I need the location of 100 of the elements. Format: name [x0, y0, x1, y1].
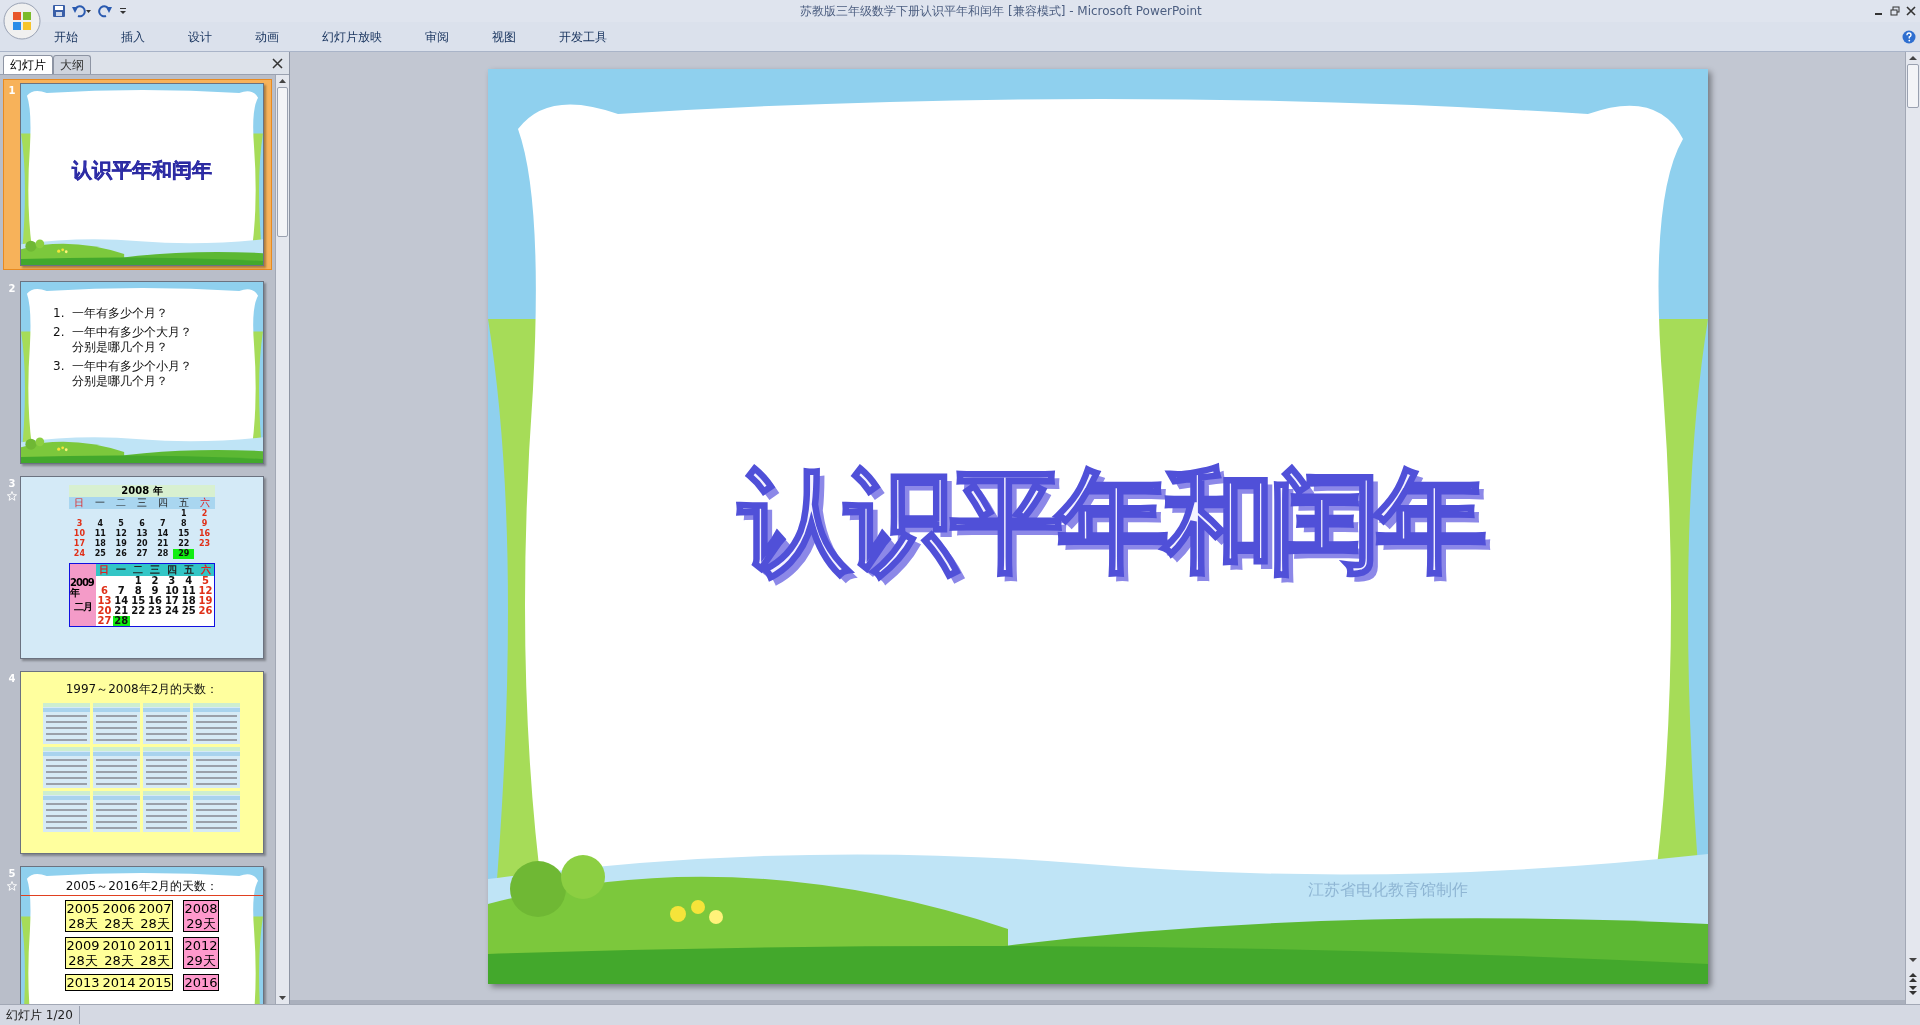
calendar-day: 4 — [180, 576, 198, 586]
weekday-label: 日 — [69, 497, 90, 509]
calendar-day: 29 — [173, 549, 195, 559]
calendar-day: 17 — [163, 596, 181, 606]
year-label: 2006 — [102, 901, 136, 916]
ribbon-tab[interactable]: 设计 — [182, 27, 218, 46]
list-number: 2. — [53, 325, 65, 341]
calendar-day: 15 — [129, 596, 147, 606]
save-icon[interactable] — [52, 4, 66, 18]
slide-thumbnail[interactable]: 1. 一年有多少个月？ 2. 一年中有多少个大月？ 分别是哪几个月？ 3. 一年中有多少个小月？ 分别是哪几个月？ — [20, 281, 264, 464]
close-icon[interactable] — [272, 58, 283, 69]
slide-thumbnail[interactable]: 2008 年 日 一 二 三 四 五 六 1 2 3 4 5 6 7 8 9 10 11 12 13 14 15 16 17 18 19 20 21 22 23 24 25 26 27 28 29 2009年 二月 日 一 二 三 四 五 六 1 2 3 4 5 6 7 8 9 10 11 12 13 14 15 16 17 18 19 20 21 22 23 24 25 26 27 28 — [20, 476, 264, 659]
calendar-day: 21 — [112, 606, 130, 616]
calendar-day: 24 — [163, 606, 181, 616]
ribbon-tab[interactable]: 视图 — [486, 27, 522, 46]
question-text: 一年中有多少个大月？ — [72, 325, 193, 340]
weekday-label: 四 — [152, 497, 174, 509]
slide-title: 认识平年和闰年 — [72, 156, 212, 184]
slide-number: 3 — [8, 479, 16, 489]
scroll-thumb[interactable] — [277, 87, 288, 237]
year-label: 2010 — [102, 938, 136, 953]
calendar-side-label: 2009年 — [70, 578, 95, 598]
redo-icon[interactable] — [98, 4, 112, 18]
ribbon-tab[interactable]: 幻灯片放映 — [316, 27, 388, 46]
calendar-day: 19 — [110, 539, 132, 549]
restore-icon[interactable] — [1890, 6, 1900, 16]
slide-title: 2005～2016年2月的天数： — [65, 878, 219, 895]
day-count: 28天 — [68, 953, 98, 968]
year-label: 2009 — [66, 938, 100, 953]
scroll-thumb[interactable] — [1907, 64, 1919, 108]
calendar-day: 2 — [146, 576, 164, 586]
calendar-day: 15 — [173, 529, 195, 539]
weekday-label: 一 — [89, 497, 111, 509]
calendar-day: 6 — [131, 519, 153, 529]
window-title: 苏教版三年级数学下册认识平年和闰年 [兼容模式] - Microsoft PowerPoint — [800, 3, 1202, 20]
day-count: 29天 — [186, 916, 216, 931]
calendar-day: 7 — [152, 519, 174, 529]
calendar-day: 4 — [89, 519, 111, 529]
slide-thumbnail[interactable]: 1997～2008年2月的天数： — [20, 671, 264, 854]
year-label: 2015 — [138, 975, 172, 990]
undo-icon[interactable] — [72, 4, 92, 18]
year-label: 2007 — [138, 901, 172, 916]
calendar-day: 27 — [131, 549, 153, 559]
day-count: 28天 — [104, 916, 134, 931]
list-number: 1. — [53, 306, 65, 321]
calendar-day: 11 — [180, 586, 198, 596]
year-label: 2012 — [184, 938, 218, 953]
ribbon-tab[interactable]: 开始 — [48, 27, 84, 46]
question-text: 分别是哪几个月？ — [72, 374, 170, 389]
calendar-day: 8 — [173, 519, 195, 529]
weekday-label: 六 — [197, 564, 214, 576]
slide-thumbnail[interactable]: 认识平年和闰年 — [20, 83, 264, 266]
calendar-day: 12 — [110, 529, 132, 539]
calendar-day: 12 — [197, 586, 214, 596]
calendar-day: 25 — [89, 549, 111, 559]
calendar-day: 16 — [146, 596, 164, 606]
slide-thumbnail[interactable]: 2005～2016年2月的天数： 2005 28天 2006 28天 2007 28天 2008 29天 2009 28天 2010 28天 2011 28天 2012 29天 2013 2014 2015 2016 — [20, 866, 264, 1004]
question-text: 分别是哪几个月？ — [72, 340, 170, 355]
status-slide-indicator: 幻灯片 1/20 — [0, 1006, 80, 1024]
calendar-day: 14 — [112, 596, 130, 606]
close-icon[interactable] — [1906, 6, 1916, 16]
weekday-label: 三 — [131, 497, 153, 509]
calendar-day: 8 — [129, 586, 147, 596]
slide-number: 4 — [8, 674, 16, 684]
calendar-title: 2008 年 — [69, 485, 215, 497]
calendar-day: 26 — [110, 549, 132, 559]
calendar-day: 10 — [69, 529, 90, 539]
calendar-day: 23 — [194, 539, 215, 549]
customize-dropdown-icon[interactable] — [118, 6, 128, 16]
day-count: 28天 — [104, 953, 134, 968]
weekday-label: 四 — [163, 564, 181, 576]
question-text: 一年中有多少个小月？ — [72, 359, 193, 374]
calendar-day: 22 — [173, 539, 195, 549]
calendar-day: 10 — [163, 586, 181, 596]
weekday-label: 五 — [173, 497, 195, 509]
ribbon-tab[interactable]: 审阅 — [419, 27, 455, 46]
ribbon-tab[interactable]: 动画 — [249, 27, 285, 46]
calendar-day: 3 — [69, 519, 90, 529]
help-icon[interactable] — [1902, 30, 1916, 44]
calendar-day: 26 — [197, 606, 214, 616]
calendar-day: 1 — [129, 576, 147, 586]
panel-tab[interactable]: 幻灯片 — [3, 55, 53, 74]
calendar-day: 24 — [69, 549, 90, 559]
panel-tab[interactable]: 大纲 — [53, 55, 91, 74]
slide-number: 5 — [8, 869, 16, 879]
list-number: 3. — [53, 359, 65, 375]
calendar-day: 7 — [112, 586, 130, 596]
calendar-day: 21 — [152, 539, 174, 549]
year-label: 2016 — [184, 975, 218, 990]
calendar-day: 3 — [163, 576, 181, 586]
ribbon-tab[interactable]: 插入 — [115, 27, 151, 46]
slide-number: 1 — [8, 86, 16, 96]
calendar-day: 28 — [112, 616, 130, 626]
calendar-day: 17 — [69, 539, 90, 549]
calendar-day: 28 — [152, 549, 174, 559]
calendar-day: 20 — [96, 606, 113, 616]
ribbon-tab[interactable]: 开发工具 — [553, 27, 613, 46]
calendar-day: 16 — [194, 529, 215, 539]
year-label: 2008 — [184, 901, 218, 916]
day-count: 28天 — [140, 953, 170, 968]
